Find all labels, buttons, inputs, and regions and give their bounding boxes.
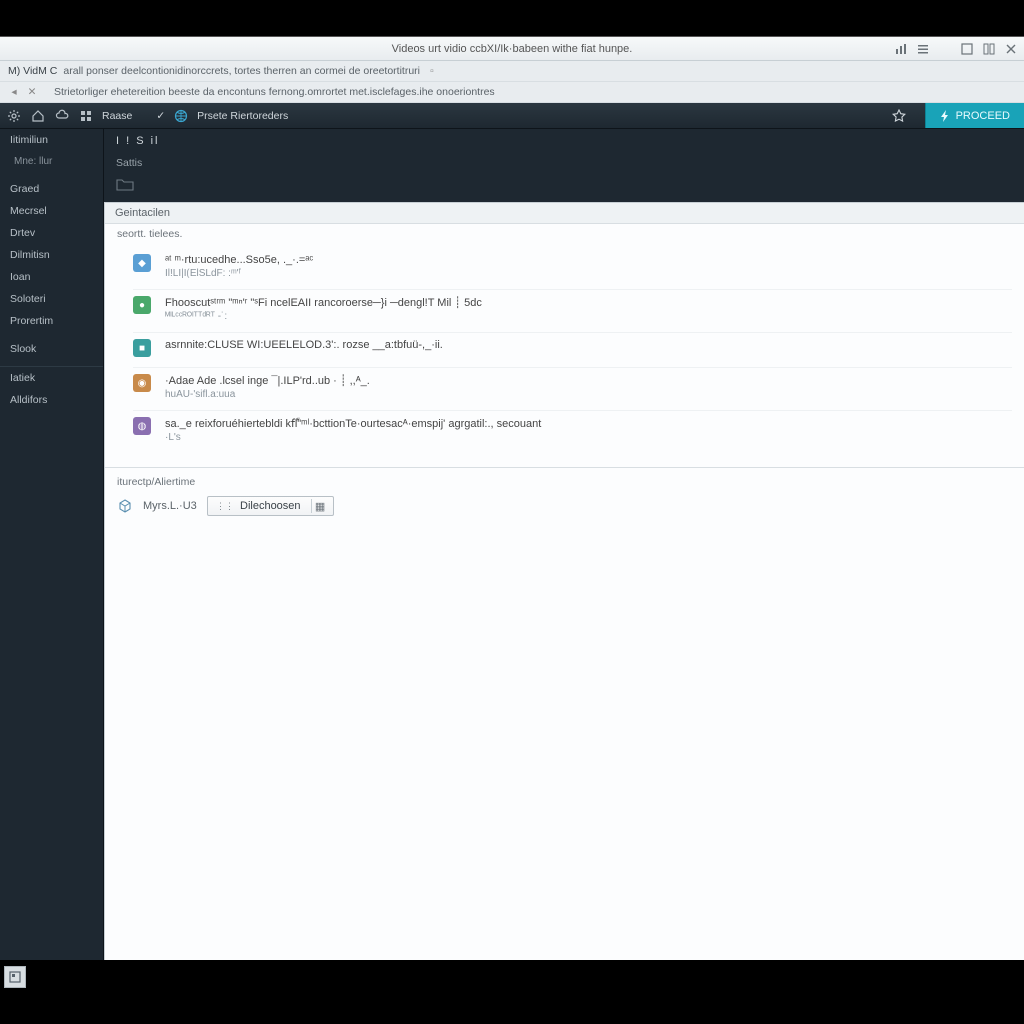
sidebar-group2-item-0[interactable]: Iatiek xyxy=(0,367,103,389)
toolbar-label-1[interactable]: Raase xyxy=(102,110,132,122)
activity-line1: ᵃᵗ ᵐ·rtu:ucedhe...Sso5e, ._·.=ᵃᶜ xyxy=(165,254,313,266)
secondary-section: iturectp/Aliertime Myrs.L.·U3 ⋮⋮ Dilecho… xyxy=(105,467,1024,528)
globe-icon[interactable] xyxy=(173,108,189,124)
cloud-icon[interactable] xyxy=(54,108,70,124)
activity-list: ◆ ᵃᵗ ᵐ·rtu:ucedhe...Sso5e, ._·.=ᵃᶜ Il!LI… xyxy=(105,244,1024,467)
activity-item[interactable]: ◆ ᵃᵗ ᵐ·rtu:ucedhe...Sso5e, ._·.=ᵃᶜ Il!LI… xyxy=(133,248,1012,290)
breadcrumb-row-1: M) VidM C arall ponser deelcontionidinor… xyxy=(0,61,1024,82)
strip-row-2[interactable]: Sattis xyxy=(104,153,1024,173)
sidebar-item-5[interactable]: Dilmitisn xyxy=(0,244,103,266)
app-window: Videos urt vidio ccbXI/Ik·babeen withe f… xyxy=(0,36,1024,960)
activity-item[interactable]: ■ asrnnite:CLUSE WI:UEELELOD.3':. rozse … xyxy=(133,333,1012,368)
strip-icon-row xyxy=(104,173,1024,202)
activity-line1: ·Adae Ade .lcsel inge ¯|.ILP'rd..ub · ┊ … xyxy=(165,374,370,387)
star-icon[interactable] xyxy=(891,108,907,124)
breadcrumb-prefix: M) VidM C xyxy=(8,65,57,77)
activity-line2: ·L's xyxy=(165,432,541,443)
activity-line1: asrnnite:CLUSE WI:UEELELOD.3':. rozse __… xyxy=(165,339,443,351)
close-icon[interactable] xyxy=(1004,42,1018,56)
sidebar-item-8[interactable]: Prorertim xyxy=(0,310,103,332)
proceed-button[interactable]: PROCEED xyxy=(925,103,1024,128)
panel-header: Geintacilen xyxy=(105,203,1024,224)
home-icon[interactable] xyxy=(30,108,46,124)
sidebar: Iitimiliun Mne: llur Graed Mecrsel Drtev… xyxy=(0,129,104,960)
folder-icon[interactable] xyxy=(116,177,134,191)
main-column: I ! S il Sattis Geintacilen seortt. tiel… xyxy=(104,129,1024,960)
layout-icon[interactable] xyxy=(982,42,996,56)
window-title: Videos urt vidio ccbXI/Ik·babeen withe f… xyxy=(392,43,633,55)
titlebar-controls xyxy=(894,37,1018,60)
sidebar-item-3[interactable]: Mecrsel xyxy=(0,200,103,222)
avatar-icon: ■ xyxy=(133,339,151,357)
config-dropdown[interactable]: ⋮⋮ Dilechoosen ▦ xyxy=(207,496,334,516)
secondary-header: iturectp/Aliertime xyxy=(117,474,1012,496)
activity-line1: Fhooscutˢᵗʳᵐ "ᵐⁿ'ʳ "ˢFi ncelEAII rancoro… xyxy=(165,296,482,309)
breadcrumb-row-2: ◂ ✕ Strietorliger ehetereition beeste da… xyxy=(0,82,1024,103)
sidebar-group2-item-1[interactable]: Alldifors xyxy=(0,389,103,411)
activity-item[interactable]: ◉ ·Adae Ade .lcsel inge ¯|.ILP'rd..ub · … xyxy=(133,368,1012,411)
sidebar-item-2[interactable]: Graed xyxy=(0,178,103,200)
avatar-icon: ◆ xyxy=(133,254,151,272)
grid-icon[interactable] xyxy=(78,108,94,124)
check-icon[interactable]: ✓ xyxy=(156,110,165,122)
sidebar-item-4[interactable]: Drtev xyxy=(0,222,103,244)
main-toolbar: Raase ✓ Prsete Riertoreders PROCEED xyxy=(0,103,1024,129)
avatar-icon: ◍ xyxy=(133,417,151,435)
activity-line2: huAU-'sifl.a:uua xyxy=(165,389,370,400)
sidebar-item-7[interactable]: Soloteri xyxy=(0,288,103,310)
activity-item[interactable]: ● Fhooscutˢᵗʳᵐ "ᵐⁿ'ʳ "ˢFi ncelEAII ranco… xyxy=(133,290,1012,333)
sidebar-item-0[interactable]: Iitimiliun xyxy=(0,129,103,151)
activity-line2: ᴹᴵᴸᶜᶜᴿᴼᴵᵀᵀᵈᴿᵀ -˙: xyxy=(165,311,482,322)
avatar-icon: ◉ xyxy=(133,374,151,392)
breadcrumb-text-2: Strietorliger ehetereition beeste da enc… xyxy=(54,86,495,98)
toolbar-label-2[interactable]: Prsete Riertoreders xyxy=(197,110,288,122)
strip-row-1: I ! S il xyxy=(104,129,1024,153)
tag-icon: ▫ xyxy=(426,65,438,77)
cube-icon xyxy=(117,498,133,514)
body: Iitimiliun Mne: llur Graed Mecrsel Drtev… xyxy=(0,129,1024,960)
menu-icon[interactable] xyxy=(916,42,930,56)
title-bar: Videos urt vidio ccbXI/Ik·babeen withe f… xyxy=(0,37,1024,61)
activity-line2: Il!LI|I⟮ElSLdF: :ᵐ'ᶠ xyxy=(165,268,313,279)
section-label-1: seortt. tielees. xyxy=(105,224,1024,244)
context-strip: I ! S il Sattis xyxy=(104,129,1024,202)
sidebar-item-1[interactable]: Mne: llur xyxy=(0,151,103,172)
bolt-icon xyxy=(940,110,950,122)
taskbar-app-icon[interactable] xyxy=(4,966,26,988)
breadcrumb-text-1: arall ponser deelcontionidinorccrets, to… xyxy=(63,65,420,77)
sidebar-item-6[interactable]: Ioan xyxy=(0,266,103,288)
gear-icon[interactable] xyxy=(6,108,22,124)
chart-icon[interactable] xyxy=(894,42,908,56)
content-panel: Geintacilen seortt. tielees. ◆ ᵃᵗ ᵐ·rtu:… xyxy=(104,202,1024,960)
window-icon[interactable] xyxy=(960,42,974,56)
config-row: Myrs.L.·U3 ⋮⋮ Dilechoosen ▦ xyxy=(117,496,1012,516)
close-small-icon[interactable]: ✕ xyxy=(26,86,38,98)
config-button-label: Dilechoosen xyxy=(240,500,301,512)
sidebar-item-9[interactable]: Slook xyxy=(0,338,103,360)
activity-line1: sa._e reixforuéhiertebldi kfّl"ᵐˡ·bcttio… xyxy=(165,417,541,430)
proceed-label: PROCEED xyxy=(956,110,1010,122)
config-label: Myrs.L.·U3 xyxy=(143,500,197,512)
back-icon[interactable]: ◂ xyxy=(8,86,20,98)
dropdown-more-icon[interactable]: ▦ xyxy=(311,499,325,513)
avatar-icon: ● xyxy=(133,296,151,314)
activity-item[interactable]: ◍ sa._e reixforuéhiertebldi kfّl"ᵐˡ·bctt… xyxy=(133,411,1012,453)
caret-icon: ⋮⋮ xyxy=(216,501,234,512)
